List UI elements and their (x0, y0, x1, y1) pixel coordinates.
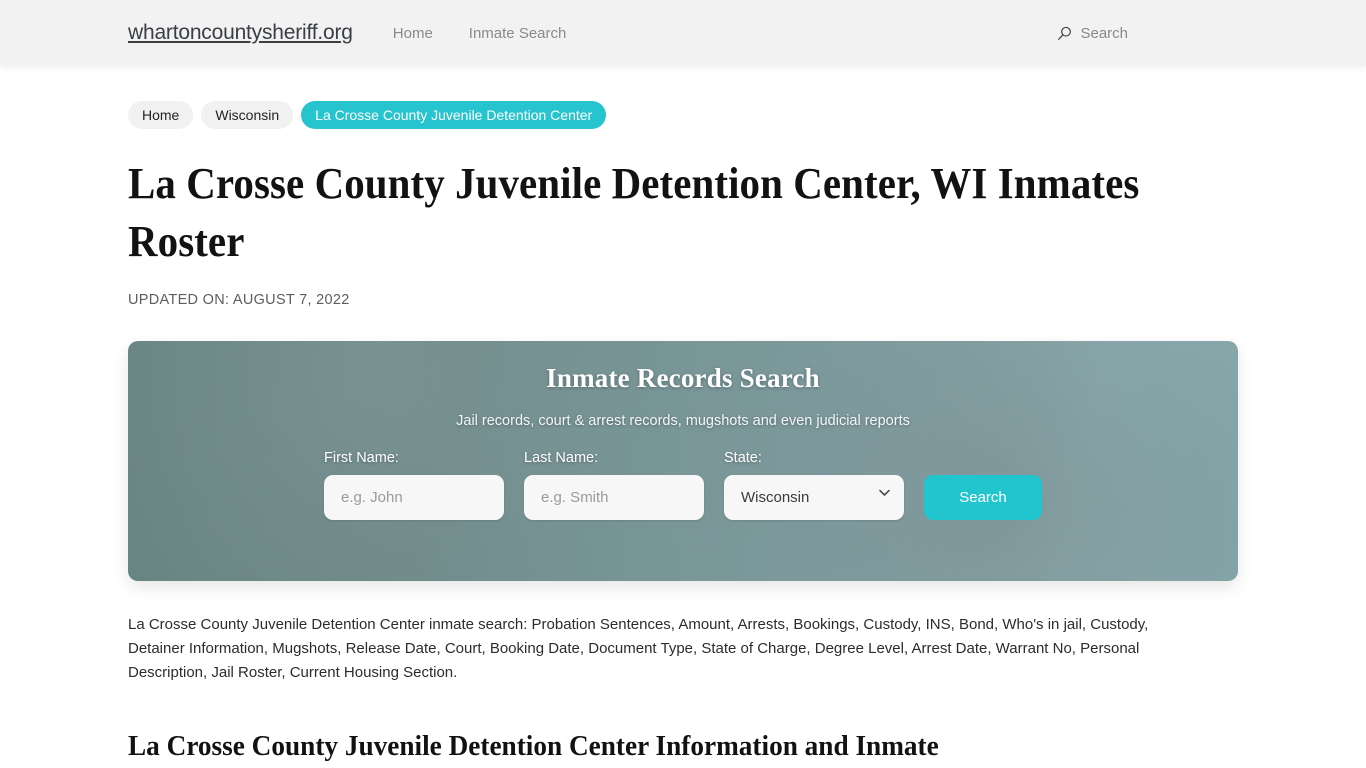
nav-item-home[interactable]: Home (393, 25, 433, 42)
last-name-input[interactable] (524, 475, 704, 520)
nav-item-inmate-search[interactable]: Inmate Search (469, 25, 567, 42)
inmate-records-search-panel: Inmate Records Search Jail records, cour… (128, 341, 1238, 581)
last-name-field-group: Last Name: (524, 450, 704, 520)
site-logo[interactable]: whartoncountysheriff.org (128, 21, 353, 45)
last-name-label: Last Name: (524, 450, 599, 466)
state-label: State: (724, 450, 762, 466)
intro-paragraph: La Crosse County Juvenile Detention Cent… (128, 616, 1149, 681)
search-icon (1057, 26, 1072, 41)
breadcrumb-item-current[interactable]: La Crosse County Juvenile Detention Cent… (301, 101, 607, 129)
breadcrumb-item-wisconsin[interactable]: Wisconsin (201, 101, 294, 129)
search-submit-button[interactable]: Search (924, 475, 1042, 520)
page-title: La Crosse County Juvenile Detention Cent… (128, 159, 1140, 266)
main-nav: Home Inmate Search (393, 25, 567, 42)
state-select[interactable]: Wisconsin (724, 475, 904, 520)
header-inner: whartoncountysheriff.org Home Inmate Sea… (0, 21, 1366, 45)
header-search-label: Search (1080, 24, 1128, 42)
header-search-trigger[interactable]: Search (1057, 25, 1238, 42)
first-name-input[interactable] (324, 475, 504, 520)
section-heading: La Crosse County Juvenile Detention Cent… (128, 730, 939, 762)
search-panel-inner: Inmate Records Search Jail records, cour… (128, 341, 1238, 581)
first-name-label: First Name: (324, 450, 399, 466)
search-panel-title: Inmate Records Search (546, 363, 820, 393)
inmate-search-form: First Name: Last Name: State: Wisconsin (324, 450, 1042, 520)
site-header: whartoncountysheriff.org Home Inmate Sea… (0, 0, 1366, 66)
breadcrumb-item-home[interactable]: Home (128, 101, 194, 129)
first-name-field-group: First Name: (324, 450, 504, 520)
updated-on-text: UPDATED ON: AUGUST 7, 2022 (128, 292, 350, 308)
search-panel-subtitle: Jail records, court & arrest records, mu… (456, 413, 910, 429)
breadcrumb: Home Wisconsin La Crosse County Juvenile… (128, 101, 1238, 129)
page-content: Home Wisconsin La Crosse County Juvenile… (0, 101, 1366, 765)
state-field-group: State: Wisconsin (724, 450, 904, 520)
